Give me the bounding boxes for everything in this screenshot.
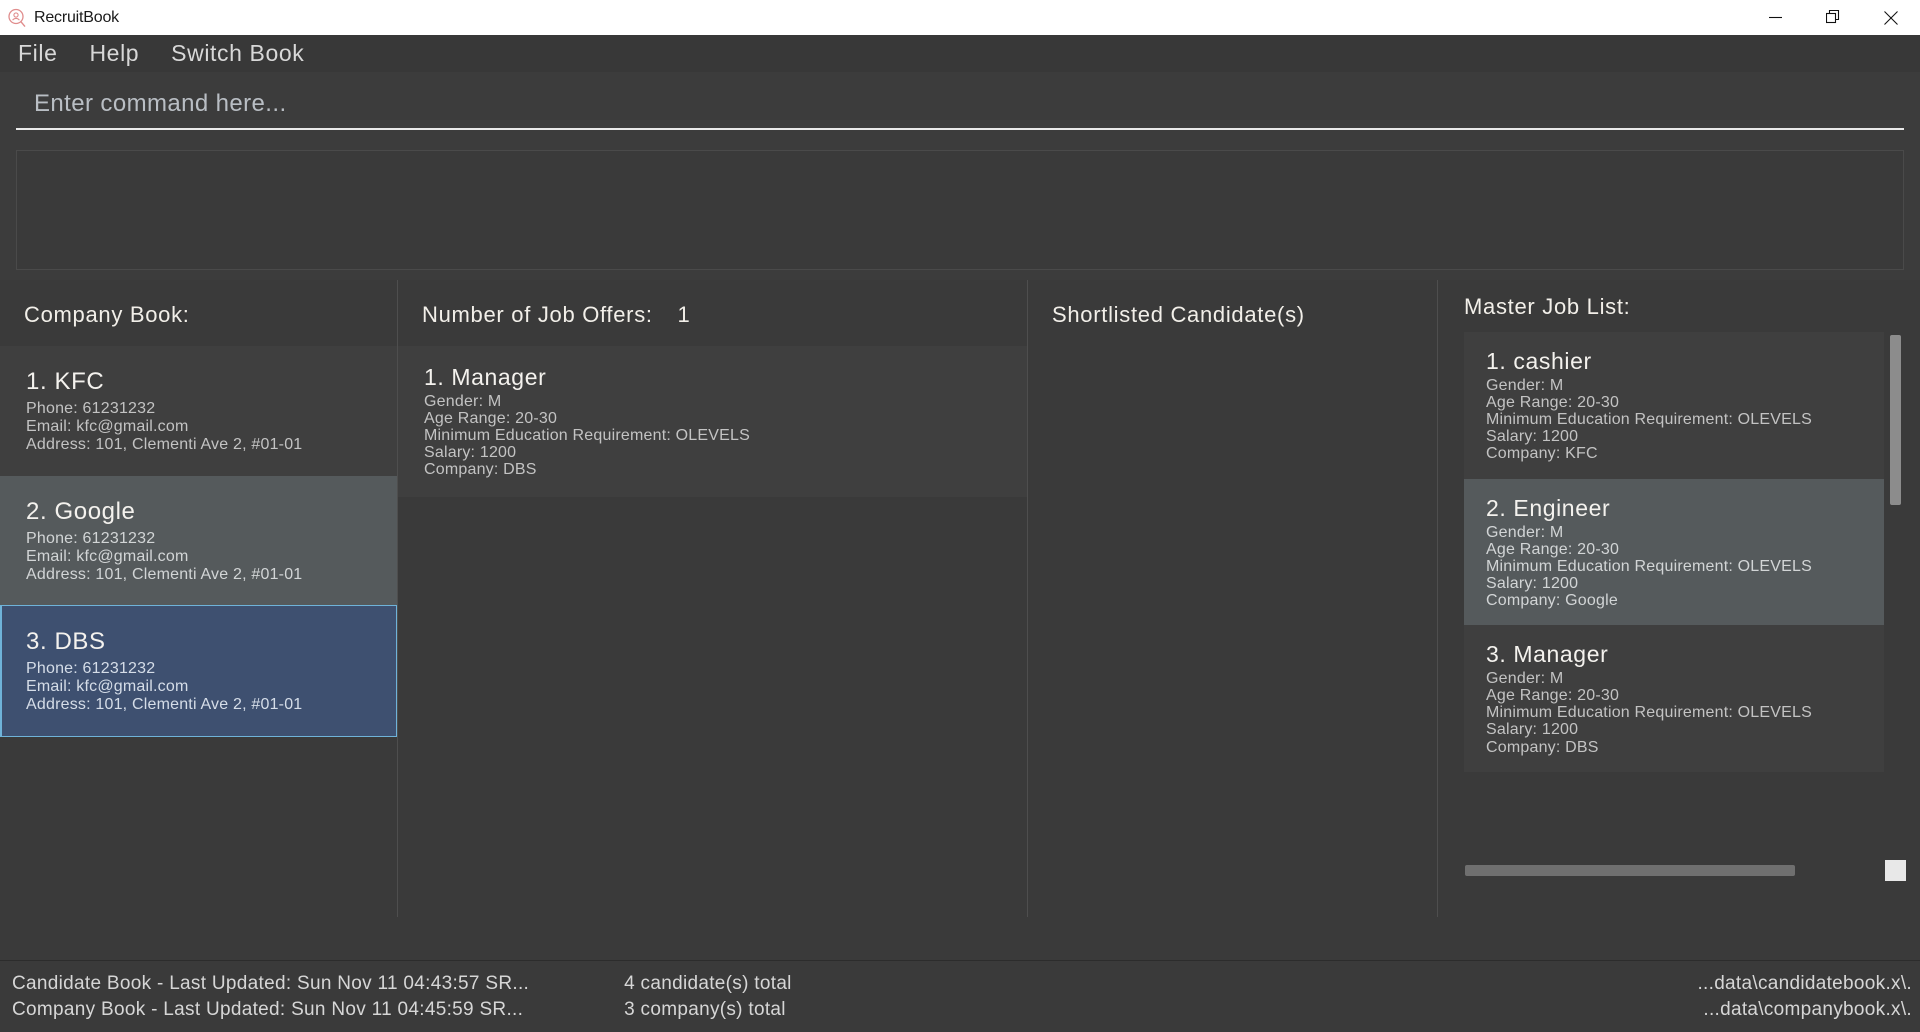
- menu-bar: File Help Switch Book: [0, 35, 1920, 72]
- job-offer-title: 1. Manager: [424, 364, 547, 390]
- menu-item-switch-book[interactable]: Switch Book: [171, 40, 304, 67]
- master-job-list-scroll-area: 1. cashier Gender: M Age Range: 20-30 Mi…: [1438, 332, 1920, 887]
- master-job-company: Company: Google: [1486, 591, 1618, 609]
- company-card-address: Address: 101, Clementi Ave 2, #01-01: [26, 565, 303, 583]
- window-title: RecruitBook: [34, 8, 119, 26]
- master-job-age-range: Age Range: 20-30: [1486, 687, 1620, 705]
- status-last-updated: Candidate Book - Last Updated: Sun Nov 1…: [12, 971, 529, 1021]
- company-card-list: 1. KFC Phone: 61231232 Email: kfc@gmail.…: [0, 346, 397, 738]
- master-job-gender: Gender: M: [1486, 670, 1564, 688]
- company-book-header: Company Book:: [24, 302, 190, 327]
- company-card-email: Email: kfc@gmail.com: [26, 547, 189, 565]
- command-input-wrapper[interactable]: [16, 84, 1904, 130]
- master-job-education: Minimum Education Requirement: OLEVELS: [1486, 704, 1812, 722]
- master-job-company: Company: DBS: [1486, 738, 1599, 756]
- restore-button[interactable]: [1804, 0, 1862, 35]
- result-display: [16, 150, 1904, 270]
- menu-item-file[interactable]: File: [18, 40, 57, 67]
- master-job-title: 1. cashier: [1486, 348, 1592, 374]
- master-job-list-panel: Master Job List: 1. cashier Gender: M Ag…: [1437, 280, 1920, 917]
- company-card-title: 2. Google: [26, 497, 136, 525]
- master-job-gender: Gender: M: [1486, 377, 1564, 394]
- job-offer-age-range: Age Range: 20-30: [424, 410, 558, 428]
- company-card-address: Address: 101, Clementi Ave 2, #01-01: [26, 435, 303, 453]
- status-company-total: 3 company(s) total: [624, 998, 786, 1020]
- master-list-horizontal-scroll-thumb[interactable]: [1465, 865, 1795, 876]
- job-offer-education: Minimum Education Requirement: OLEVELS: [424, 427, 750, 445]
- master-job-card[interactable]: 3. Manager Gender: M Age Range: 20-30 Mi…: [1464, 625, 1884, 772]
- master-job-education: Minimum Education Requirement: OLEVELS: [1486, 411, 1812, 429]
- menu-item-help[interactable]: Help: [89, 40, 139, 67]
- status-candidatebook-path: ...data\candidatebook.x\.: [1697, 973, 1912, 995]
- company-card-title: 3. DBS: [26, 628, 106, 656]
- command-input[interactable]: [34, 90, 1904, 118]
- company-card-phone: Phone: 61231232: [26, 529, 156, 547]
- master-list-horizontal-scrollbar[interactable]: [1464, 863, 1884, 877]
- job-offers-header-label: Number of Job Offers:: [422, 302, 653, 327]
- status-candidate-last-updated: Candidate Book - Last Updated: Sun Nov 1…: [12, 973, 530, 995]
- status-company-last-updated: Company Book - Last Updated: Sun Nov 11 …: [12, 998, 524, 1020]
- main-panels: Company Book: 1. KFC Phone: 61231232 Ema…: [0, 280, 1920, 917]
- master-job-title: 2. Engineer: [1486, 494, 1611, 521]
- window-titlebar: RecruitBook: [0, 0, 1920, 35]
- master-job-card[interactable]: 1. cashier Gender: M Age Range: 20-30 Mi…: [1464, 332, 1884, 479]
- scrollbar-corner: [1885, 860, 1906, 881]
- company-card-selected[interactable]: 3. DBS Phone: 61231232 Email: kfc@gmail.…: [0, 605, 397, 738]
- company-card-title: 1. KFC: [26, 368, 105, 395]
- job-offer-gender: Gender: M: [424, 393, 502, 410]
- close-button[interactable]: [1862, 0, 1920, 35]
- window-controls: [1746, 0, 1920, 35]
- job-offer-card[interactable]: 1. Manager Gender: M Age Range: 20-30 Mi…: [398, 346, 1027, 497]
- master-job-age-range: Age Range: 20-30: [1486, 540, 1620, 558]
- job-offers-count: 1: [677, 302, 691, 327]
- master-job-salary: Salary: 1200: [1486, 428, 1579, 446]
- master-job-age-range: Age Range: 20-30: [1486, 394, 1620, 412]
- job-offers-header: Number of Job Offers: 1: [398, 280, 1027, 346]
- shortlisted-candidates-panel: Shortlisted Candidate(s): [1027, 280, 1437, 917]
- master-job-card-list: 1. cashier Gender: M Age Range: 20-30 Mi…: [1464, 332, 1884, 772]
- company-card-email: Email: kfc@gmail.com: [26, 417, 189, 435]
- job-offer-company: Company: DBS: [424, 461, 537, 479]
- status-totals: 4 candidate(s) total 3 company(s) total: [624, 971, 792, 1021]
- job-offers-panel: Number of Job Offers: 1 1. Manager Gende…: [397, 280, 1027, 917]
- company-card-phone: Phone: 61231232: [26, 660, 156, 678]
- master-job-title: 3. Manager: [1486, 641, 1609, 668]
- company-card-address: Address: 101, Clementi Ave 2, #01-01: [26, 696, 303, 714]
- master-job-salary: Salary: 1200: [1486, 721, 1579, 739]
- shortlisted-candidates-header: Shortlisted Candidate(s): [1052, 302, 1305, 327]
- minimize-button[interactable]: [1746, 0, 1804, 35]
- master-job-card[interactable]: 2. Engineer Gender: M Age Range: 20-30 M…: [1464, 478, 1884, 626]
- company-card[interactable]: 2. Google Phone: 61231232 Email: kfc@gma…: [0, 475, 397, 606]
- recruitbook-logo-icon: [7, 8, 27, 28]
- master-job-education: Minimum Education Requirement: OLEVELS: [1486, 557, 1812, 575]
- company-card-email: Email: kfc@gmail.com: [26, 678, 189, 696]
- command-area: [0, 72, 1920, 142]
- job-offer-salary: Salary: 1200: [424, 444, 517, 462]
- company-book-panel: Company Book: 1. KFC Phone: 61231232 Ema…: [0, 280, 397, 917]
- master-job-company: Company: KFC: [1486, 445, 1598, 463]
- master-job-list-header: Master Job List:: [1464, 294, 1631, 319]
- status-file-paths: ...data\candidatebook.x\. ...data\compan…: [1697, 971, 1912, 1021]
- company-card-phone: Phone: 61231232: [26, 400, 156, 417]
- master-job-salary: Salary: 1200: [1486, 574, 1579, 592]
- master-list-vertical-scrollbar[interactable]: [1889, 332, 1902, 784]
- company-card[interactable]: 1. KFC Phone: 61231232 Email: kfc@gmail.…: [0, 346, 397, 476]
- master-list-vertical-scroll-thumb[interactable]: [1890, 335, 1901, 505]
- status-companybook-path: ...data\companybook.x\.: [1703, 998, 1912, 1020]
- status-bar: Candidate Book - Last Updated: Sun Nov 1…: [0, 960, 1920, 1032]
- result-area: [0, 142, 1920, 280]
- job-offer-card-list: 1. Manager Gender: M Age Range: 20-30 Mi…: [398, 346, 1027, 497]
- status-candidate-total: 4 candidate(s) total: [624, 973, 792, 995]
- master-job-gender: Gender: M: [1486, 523, 1564, 541]
